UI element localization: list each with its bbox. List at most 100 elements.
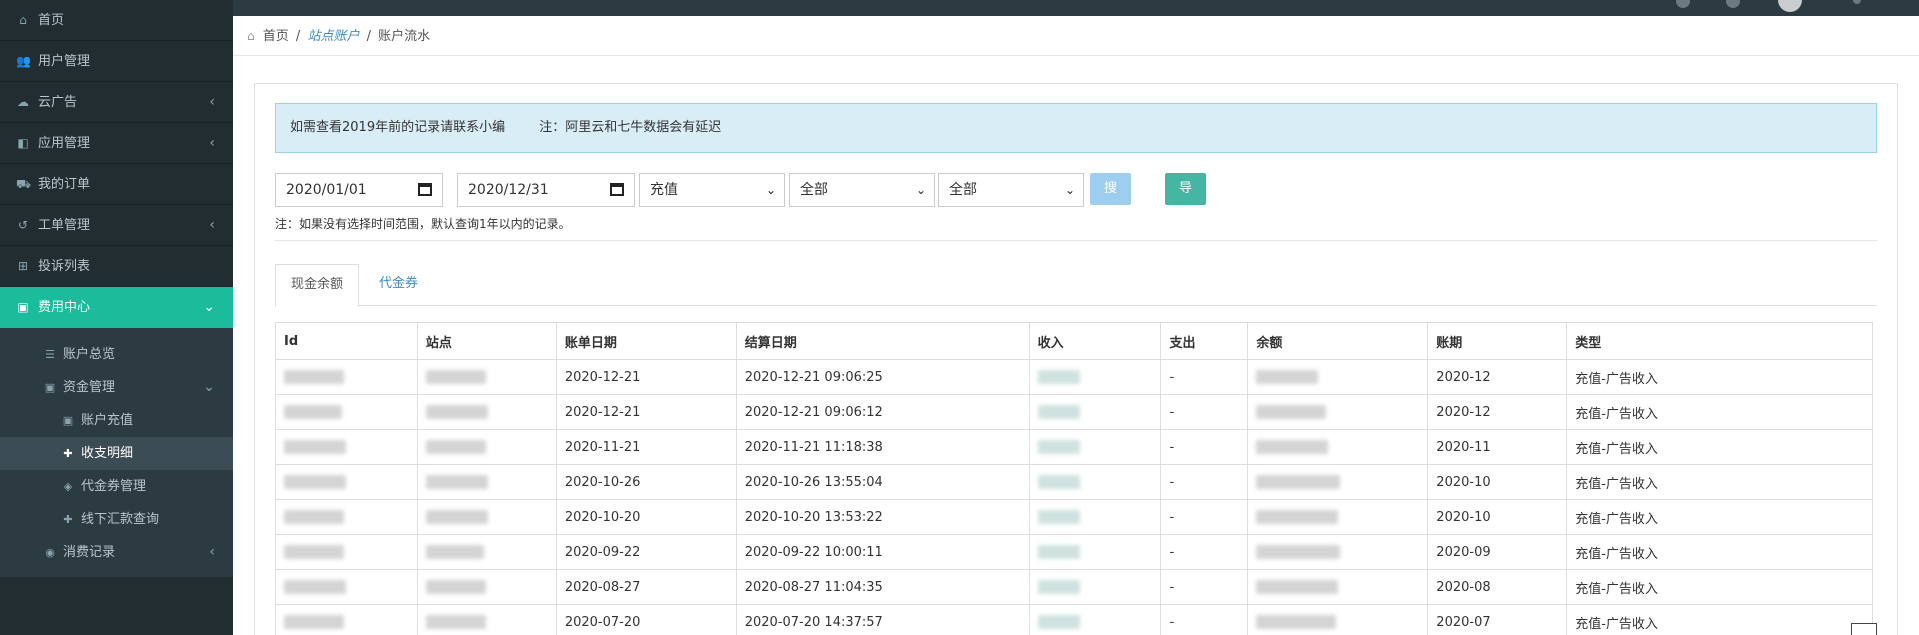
cell-income	[1028, 499, 1162, 535]
end-date-input[interactable]: 2020/12/31	[457, 173, 635, 207]
sidebar-subitem-2[interactable]: ▣ 账户充值	[0, 404, 233, 437]
breadcrumb-current: 账户流水	[378, 29, 431, 44]
money-icon: ▣	[62, 414, 74, 427]
type-select[interactable]: 充值 ⌄	[639, 173, 785, 207]
cell-id	[275, 429, 418, 465]
cell-balance	[1247, 569, 1429, 605]
table-row[interactable]: 2020-10-26 2020-10-26 13:55:04 - 2020-10 充值-…	[275, 464, 1873, 500]
sidebar-item-6[interactable]: ⊞ 投诉列表	[0, 246, 233, 287]
cell-bill-date: 2020-09-22	[555, 534, 737, 570]
main-content: ⌂ 首页 / 站点账户 / 账户流水 如需查看2019年前的记录请联系小编 注：…	[233, 16, 1919, 635]
apps-icon: ◧	[17, 136, 29, 150]
table-row[interactable]: 2020-09-22 2020-09-22 10:00:11 - 2020-09 充值-…	[275, 534, 1873, 570]
cell-bill-date: 2020-10-20	[555, 499, 737, 535]
redacted-value	[425, 405, 488, 419]
sidebar-item-label: 费用中心	[38, 300, 91, 315]
divider	[275, 240, 1877, 241]
redacted-value	[1256, 370, 1319, 384]
export-records-button[interactable]: 导出记录	[1165, 173, 1207, 292]
redacted-value	[284, 510, 344, 524]
cell-type: 充值-广告收入	[1566, 499, 1873, 535]
column-header: 结算日期	[735, 322, 1030, 360]
breadcrumb: ⌂ 首页 / 站点账户 / 账户流水	[233, 16, 1919, 56]
table-row[interactable]: 2020-07-20 2020-07-20 14:37:57 - 2020-07 充值-…	[275, 604, 1873, 635]
table-row[interactable]: 2020-12-21 2020-12-21 09:06:12 - 2020-12 充值-…	[275, 394, 1873, 430]
avatar[interactable]	[1778, 0, 1802, 12]
sidebar-item-0[interactable]: ⌂ 首页	[0, 0, 233, 41]
cell-site	[416, 394, 557, 430]
history-icon: ↺	[17, 218, 29, 232]
cell-settle-date: 2020-07-20 14:37:57	[735, 604, 1030, 635]
redacted-value	[425, 370, 486, 384]
cell-balance	[1247, 534, 1429, 570]
sidebar-subitem-5[interactable]: ✚ 线下汇款查询	[0, 503, 233, 536]
cell-expense: -	[1160, 534, 1249, 570]
redacted-value	[1037, 405, 1080, 419]
cell-settle-date: 2020-12-21 09:06:12	[735, 394, 1030, 430]
table-row[interactable]: 2020-12-21 2020-12-21 09:06:25 - 2020-12 充值-…	[275, 359, 1873, 395]
sidebar-item-1[interactable]: 👥 用户管理	[0, 41, 233, 82]
cell-id	[275, 499, 418, 535]
redacted-value	[1256, 405, 1327, 419]
sidebar-subitem-4[interactable]: ◈ 代金券管理	[0, 470, 233, 503]
search-button[interactable]: 搜索	[1090, 173, 1132, 228]
cell-income	[1028, 534, 1162, 570]
sidebar-subitem-label: 代金券管理	[81, 479, 147, 494]
tab-vouchers[interactable]: 代金券	[364, 264, 433, 306]
cell-id	[275, 464, 418, 500]
cell-period: 2020-10	[1427, 499, 1568, 535]
calendar-icon[interactable]	[610, 183, 624, 196]
scroll-to-top-button[interactable]	[1851, 623, 1877, 635]
user-menu-caret-icon[interactable]	[1853, 0, 1861, 4]
redacted-value	[1256, 440, 1329, 454]
redacted-value	[284, 615, 344, 629]
redacted-value	[1256, 545, 1341, 559]
top-navbar	[233, 0, 1919, 16]
cell-type: 充值-广告收入	[1566, 429, 1873, 465]
sidebar-item-3[interactable]: ◧ 应用管理 ‹	[0, 123, 233, 164]
start-date-input[interactable]: 2020/01/01	[275, 173, 443, 207]
message-icon[interactable]	[1726, 0, 1740, 8]
cell-expense: -	[1160, 429, 1249, 465]
sidebar-item-5[interactable]: ↺ 工单管理 ‹	[0, 205, 233, 246]
redacted-value	[1037, 545, 1080, 559]
redacted-value	[284, 370, 344, 384]
cell-balance	[1247, 394, 1429, 430]
chevron-left-icon: ‹	[209, 94, 215, 110]
sidebar-subitem-0[interactable]: ☰ 账户总览	[0, 338, 233, 371]
sidebar-subitem-6[interactable]: ◉ 消费记录 ‹	[0, 536, 233, 569]
redacted-value	[284, 580, 346, 594]
cell-settle-date: 2020-12-21 09:06:25	[735, 359, 1030, 395]
tab-cash-balance[interactable]: 现金余额	[275, 264, 360, 307]
cell-bill-date: 2020-08-27	[555, 569, 737, 605]
breadcrumb-site-account[interactable]: 站点账户	[307, 29, 359, 44]
notification-icon[interactable]	[1676, 0, 1690, 8]
filter-select-2[interactable]: 全部 ⌄	[789, 173, 935, 207]
breadcrumb-home[interactable]: 首页	[263, 29, 289, 44]
column-header: 站点	[416, 322, 557, 360]
column-header: 收入	[1028, 322, 1162, 360]
cell-period: 2020-09	[1427, 534, 1568, 570]
cell-period: 2020-12	[1427, 359, 1568, 395]
table-row[interactable]: 2020-11-21 2020-11-21 11:18:38 - 2020-11 充值-…	[275, 429, 1873, 465]
redacted-value	[1256, 475, 1341, 489]
sidebar-item-2[interactable]: ☁ 云广告 ‹	[0, 82, 233, 123]
filter-select-3[interactable]: 全部 ⌄	[938, 173, 1084, 207]
sidebar-item-7[interactable]: ▣ 费用中心 ⌄	[0, 287, 233, 328]
cell-bill-date: 2020-12-21	[555, 359, 737, 395]
cell-settle-date: 2020-10-20 13:53:22	[735, 499, 1030, 535]
column-header: 类型	[1566, 322, 1873, 360]
cell-income	[1028, 394, 1162, 430]
sidebar-subitem-3[interactable]: ✚ 收支明细	[0, 437, 233, 470]
table-row[interactable]: 2020-10-20 2020-10-20 13:53:22 - 2020-10 充值-…	[275, 499, 1873, 535]
cell-type: 充值-广告收入	[1566, 604, 1873, 635]
redacted-value	[284, 405, 342, 419]
table-row[interactable]: 2020-08-27 2020-08-27 11:04:35 - 2020-08 充值-…	[275, 569, 1873, 605]
sidebar-item-4[interactable]: ⛟ 我的订单	[0, 164, 233, 205]
info-notice: 如需查看2019年前的记录请联系小编 注：阿里云和七牛数据会有延迟	[275, 103, 1877, 153]
cell-site	[416, 499, 557, 535]
chevron-down-icon: ⌄	[915, 183, 926, 197]
sidebar-subitem-1[interactable]: ▣ 资金管理 ⌄	[0, 371, 233, 404]
home-icon: ⌂	[19, 13, 27, 27]
calendar-icon[interactable]	[418, 183, 432, 196]
